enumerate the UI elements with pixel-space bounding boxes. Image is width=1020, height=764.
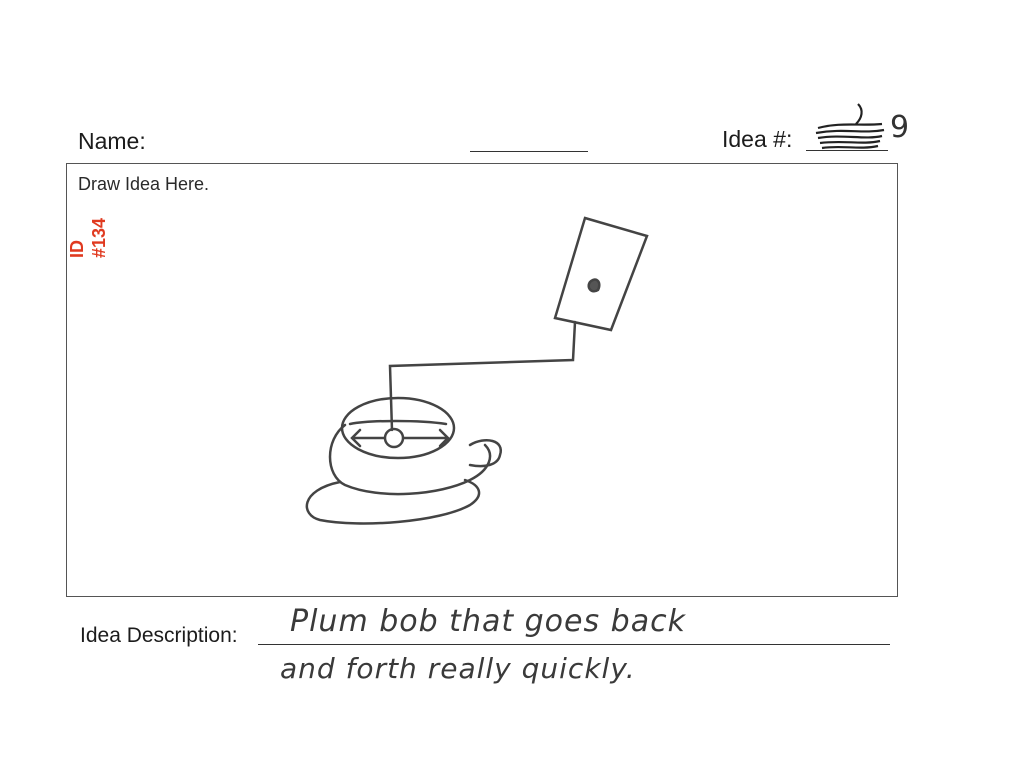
- description-line-1: Plum bob that goes back: [290, 604, 686, 639]
- plumb-bob-sketch-icon: [305, 216, 649, 525]
- idea-description-label: Idea Description:: [80, 624, 238, 647]
- description-line-2: and forth really quickly.: [280, 652, 636, 685]
- description-underline: [258, 644, 890, 645]
- sketch-layer: [305, 103, 885, 525]
- scribble-redaction-icon: [815, 103, 885, 150]
